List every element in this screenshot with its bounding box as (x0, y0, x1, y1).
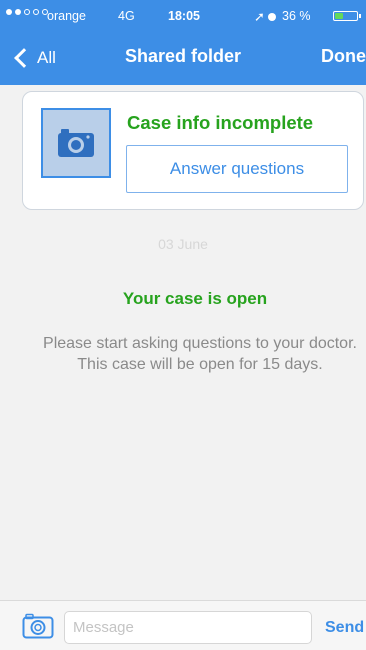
status-time: 18:05 (168, 9, 200, 23)
battery-percent: 36 % (282, 9, 311, 23)
answer-questions-button[interactable]: Answer questions (126, 145, 348, 193)
message-input[interactable] (64, 611, 312, 644)
page-title: Shared folder (124, 46, 242, 66)
top-bar: orange 4G 18:05 ➚ 36 % All Shared folder… (0, 0, 366, 85)
network-type: 4G (118, 9, 135, 23)
status-bar: orange 4G 18:05 ➚ 36 % (0, 0, 366, 32)
case-open-info: Please start asking questions to your do… (43, 335, 357, 373)
message-composer: Send (0, 600, 366, 650)
navigation-bar: All Shared folder Done (0, 32, 366, 85)
location-arrow-icon: ➚ (254, 9, 265, 24)
battery-icon (333, 11, 361, 21)
case-status-title: Case info incomplete (127, 112, 314, 133)
signal-strength-icon (6, 9, 48, 15)
carrier-name: orange (47, 9, 86, 23)
alarm-icon (268, 13, 276, 21)
camera-icon (58, 129, 94, 157)
case-photo-button[interactable] (41, 108, 111, 178)
done-button[interactable]: Done (321, 46, 366, 67)
message-date: 03 June (158, 236, 208, 252)
camera-icon (22, 613, 54, 639)
case-open-title: Your case is open (122, 289, 268, 308)
send-button[interactable]: Send (325, 619, 364, 637)
case-info-card: Case info incomplete Answer questions (22, 91, 364, 210)
attach-photo-button[interactable] (22, 613, 54, 644)
